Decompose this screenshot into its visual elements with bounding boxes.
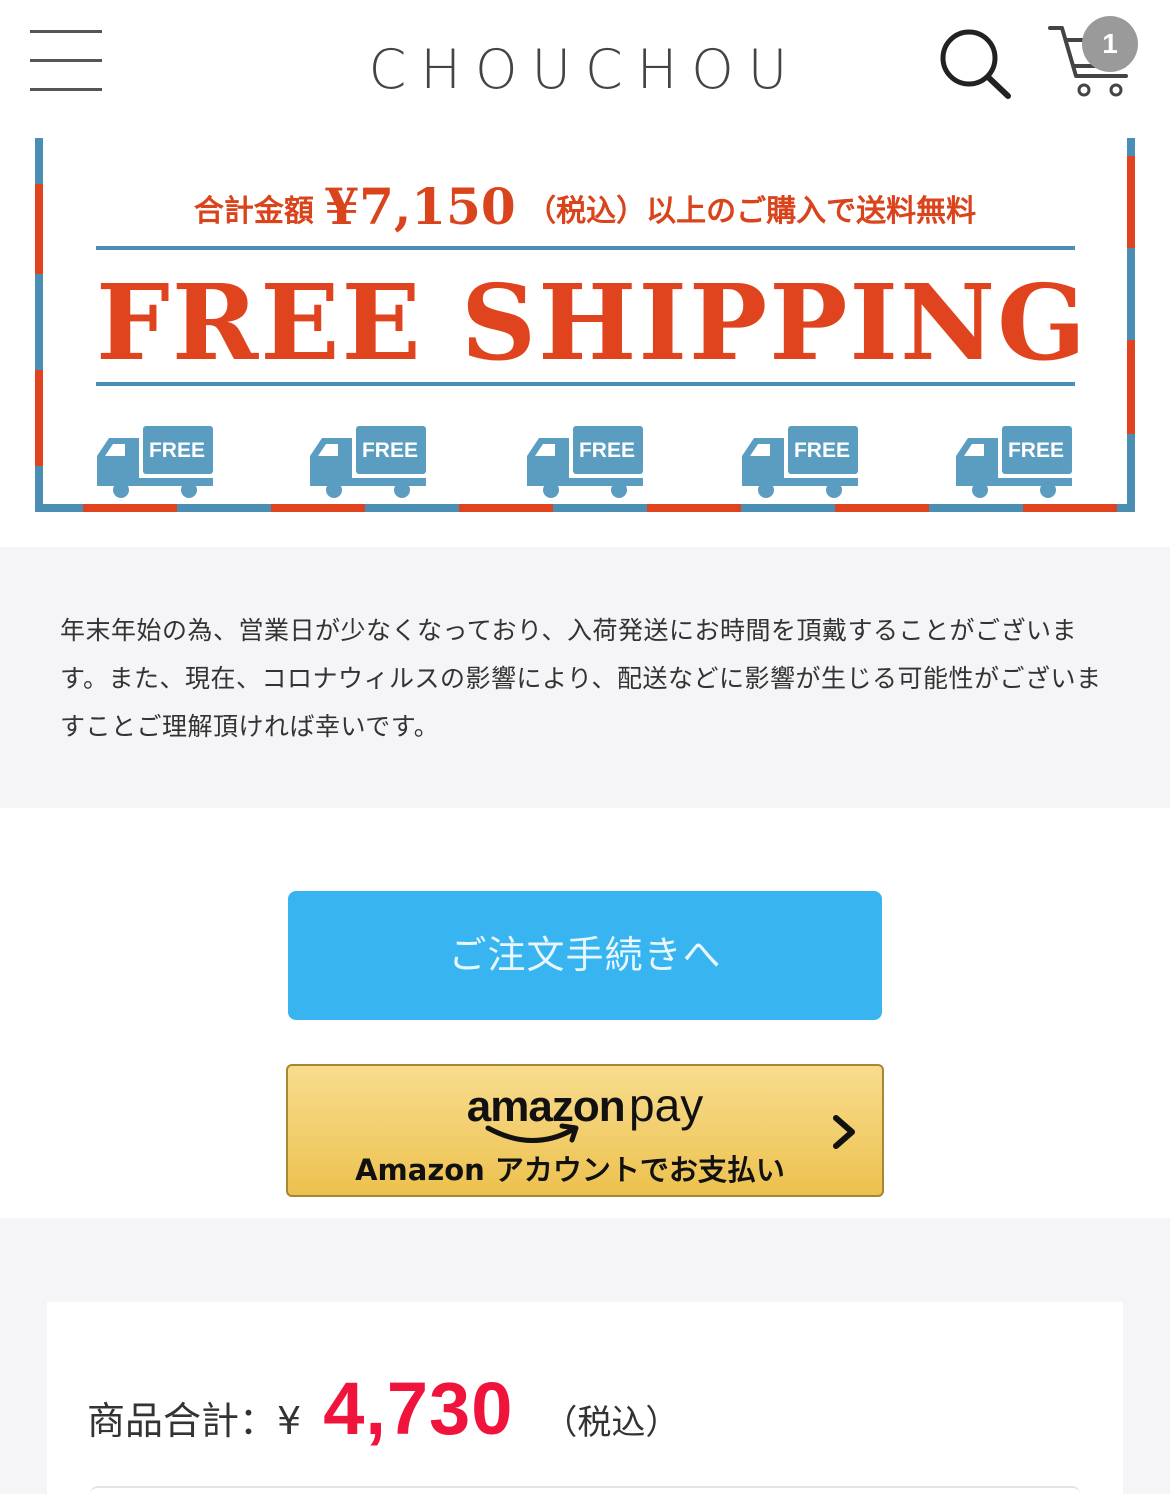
next-card-edge: [90, 1486, 1080, 1494]
notice-text: 年末年始の為、営業日が少なくなっており、入荷発送にお時間を頂戴することがございま…: [60, 616, 1102, 741]
subtotal-label: 商品合計：¥: [87, 1399, 302, 1443]
truck-icon: FREE: [954, 420, 1074, 500]
site-header: CHOUCHOU 1: [0, 0, 1170, 135]
chevron-right-icon: [833, 1115, 855, 1149]
amazon-smile-icon: [485, 1123, 579, 1143]
truck-icon: FREE: [308, 420, 428, 500]
truck-icon: FREE: [525, 420, 645, 500]
banner-rule-top: [96, 246, 1075, 250]
banner-subtitle: 合計金額 ¥7,150 （税込）以上のご購入で送料無料: [193, 177, 977, 236]
tax-included-label: （税込）: [543, 1403, 680, 1443]
subtotal-line: 商品合計：¥ 4,730 （税込）: [87, 1366, 679, 1456]
truck-label: FREE: [793, 439, 850, 462]
banner-title: FREE SHIPPING: [96, 261, 1088, 384]
truck-label: FREE: [148, 439, 205, 462]
subtotal-amount: 4,730: [323, 1367, 514, 1450]
truck-label: FREE: [1007, 439, 1064, 462]
amazon-pay-button[interactable]: amazon pay Amazon アカウントでお支払い: [286, 1064, 884, 1197]
truck-icon: FREE: [95, 420, 215, 500]
truck-label: FREE: [578, 439, 635, 462]
free-shipping-banner[interactable]: 合計金額 ¥7,150 （税込）以上のご購入で送料無料 FREE SHIPPIN…: [35, 138, 1135, 512]
search-icon[interactable]: [938, 28, 1012, 100]
banner-threshold-amount: ¥7,150: [324, 177, 516, 236]
truck-label: FREE: [361, 439, 418, 462]
total-card: 商品合計：¥ 4,730 （税込）: [47, 1302, 1123, 1494]
truck-row: FREE FREE FREE FREE FREE: [35, 420, 1135, 500]
amazon-pay-logo: amazon pay: [466, 1079, 704, 1131]
proceed-to-order-button[interactable]: ご注文手続きへ: [288, 891, 882, 1020]
truck-icon: FREE: [740, 420, 860, 500]
cart-count-badge: 1: [1082, 16, 1138, 72]
amazon-pay-subtitle: Amazon アカウントでお支払い: [355, 1153, 785, 1187]
banner-rule-bottom: [96, 382, 1075, 386]
holiday-notice: 年末年始の為、営業日が少なくなっており、入荷発送にお時間を頂戴することがございま…: [0, 547, 1170, 808]
